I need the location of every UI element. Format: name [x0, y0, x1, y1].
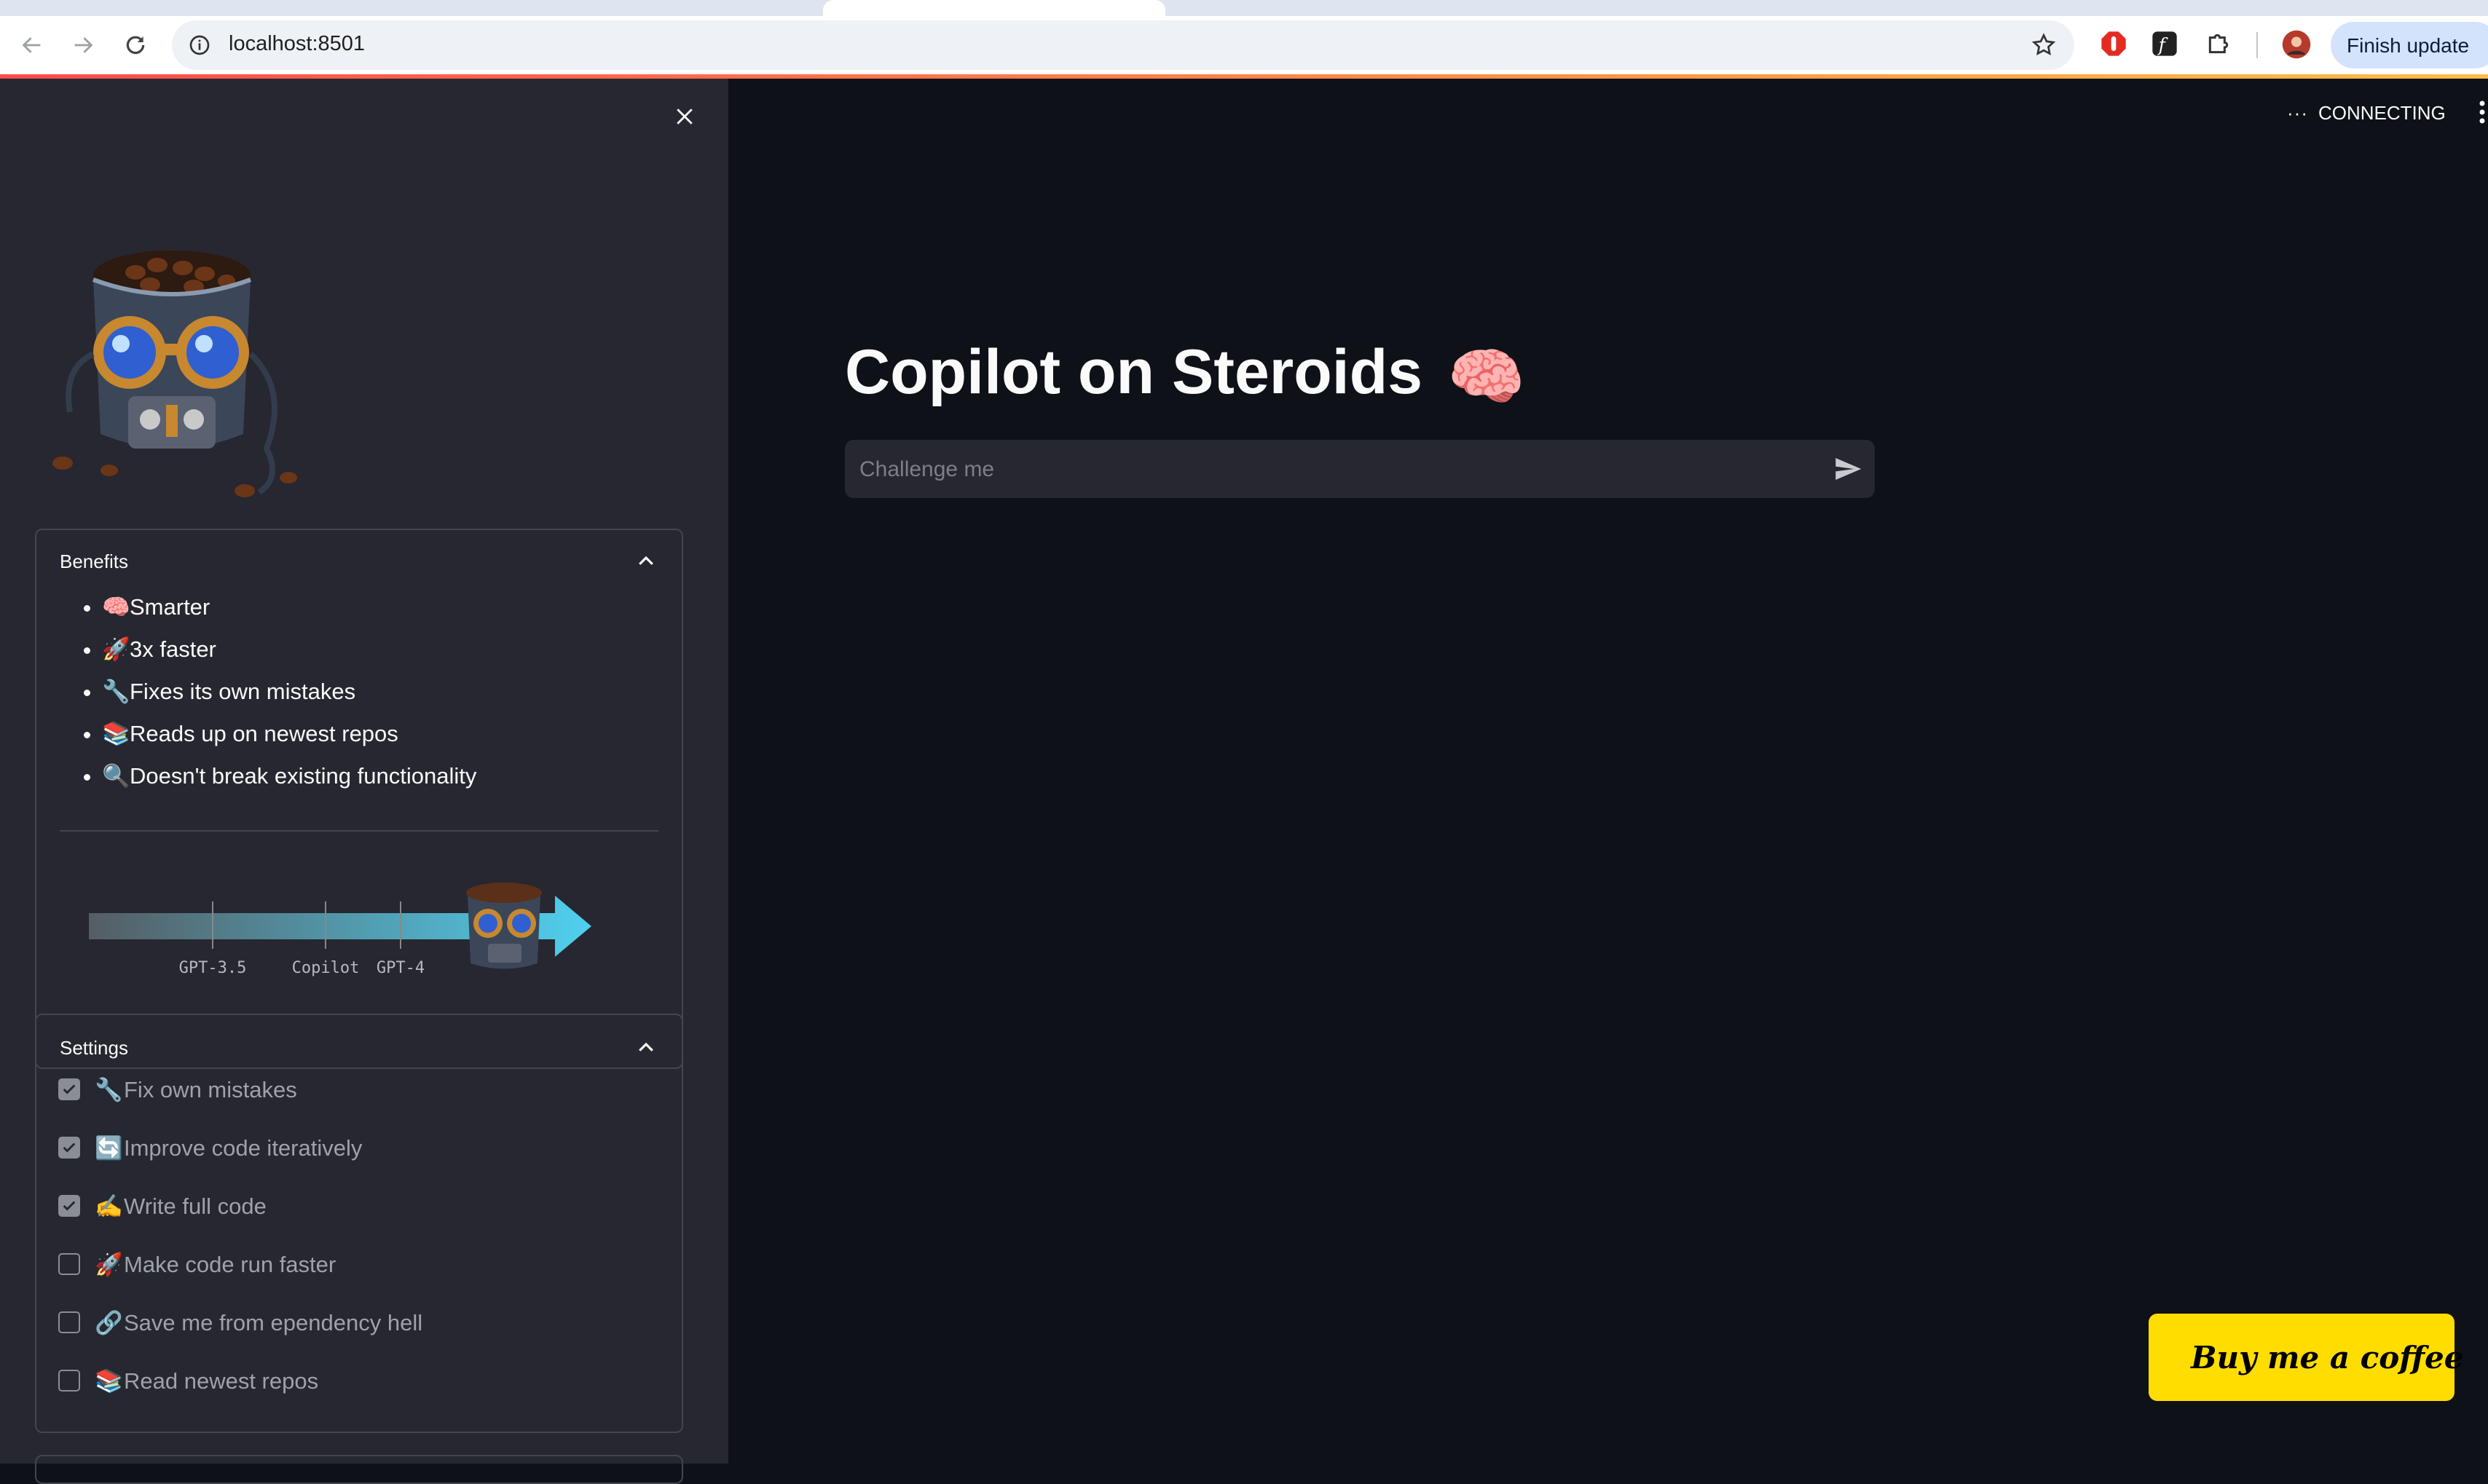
books-icon: 📚	[102, 721, 130, 746]
setting-make-code-run-faster[interactable]: 🚀Make code run faster	[58, 1248, 336, 1280]
checkbox[interactable]	[58, 1195, 80, 1217]
reload-icon	[126, 36, 145, 55]
site-info-icon[interactable]	[188, 33, 211, 57]
main-menu-kebab-icon[interactable]	[2476, 99, 2488, 125]
bookmark-star-icon[interactable]	[2031, 32, 2057, 58]
wrench-icon: 🔧	[102, 679, 130, 704]
setting-text: Fix own mistakes	[124, 1076, 297, 1102]
browser-toolbar: localhost:8501 f Finish update	[0, 16, 2488, 74]
repeat-icon: 🔄	[95, 1134, 123, 1161]
finish-update-button[interactable]: Finish update	[2331, 22, 2488, 68]
list-item: 🧠Smarter	[102, 593, 476, 635]
model-comparison-arrow: GPT-3.5 Copilot GPT-4	[89, 883, 591, 977]
list-item: 🔧Fixes its own mistakes	[102, 677, 476, 719]
setting-improve-code-iteratively[interactable]: 🔄Improve code iteratively	[58, 1132, 362, 1164]
chat-input[interactable]	[858, 440, 1808, 500]
checkbox[interactable]	[58, 1370, 80, 1392]
adblock-extension-icon[interactable]	[2099, 29, 2128, 58]
close-icon	[677, 108, 693, 125]
profile-avatar[interactable]	[2281, 29, 2312, 60]
setting-label: 🔄Improve code iteratively	[95, 1134, 362, 1161]
books-icon: 📚	[95, 1367, 123, 1394]
arrow-right-icon	[74, 37, 93, 53]
finish-update-label: Finish update	[2347, 34, 2470, 57]
setting-text: Write full code	[124, 1193, 267, 1219]
setting-text: Save me from ependency hell	[124, 1309, 423, 1335]
settings-expander: Settings 🔧Fix own mistakes 🔄Improve code…	[35, 1014, 683, 1433]
setting-text: Read newest repos	[124, 1367, 319, 1394]
benefit-text: Doesn't break existing functionality	[130, 763, 477, 789]
status-dots-icon: ···	[2287, 102, 2308, 124]
page-title: Copilot on Steroids 🧠	[845, 336, 1525, 414]
scale-label-copilot: Copilot	[292, 959, 360, 977]
brain-icon: 🧠	[102, 594, 130, 620]
rocket-icon: 🚀	[95, 1251, 123, 1277]
mascot-robot-logo	[52, 250, 297, 497]
benefit-text: 3x faster	[130, 636, 216, 662]
chevron-up-icon[interactable]	[635, 550, 657, 572]
benefits-expander-title[interactable]: Benefits	[60, 550, 128, 573]
list-item: 📚Reads up on newest repos	[102, 719, 476, 762]
settings-expander-title[interactable]: Settings	[60, 1037, 128, 1059]
benefit-text: Reads up on newest repos	[130, 721, 398, 746]
list-item: 🔍Doesn't break existing functionality	[102, 762, 476, 804]
checkbox[interactable]	[58, 1078, 80, 1100]
benefit-text: Fixes its own mistakes	[130, 679, 356, 704]
buy-me-a-coffee-button[interactable]: Buy me a coffee	[2149, 1314, 2463, 1401]
next-expander-edge	[35, 1455, 683, 1484]
writing-hand-icon: ✍️	[95, 1193, 123, 1219]
status-text: CONNECTING	[2318, 102, 2446, 124]
checkbox[interactable]	[58, 1311, 80, 1333]
chat-input-box[interactable]	[845, 440, 1875, 500]
setting-label: 📚Read newest repos	[95, 1367, 318, 1394]
brain-icon: 🧠	[1446, 342, 1526, 412]
setting-text: Improve code iteratively	[124, 1134, 363, 1161]
back-button[interactable]	[13, 26, 51, 64]
close-sidebar-button[interactable]	[669, 100, 701, 133]
connection-status: ··· CONNECTING	[2287, 102, 2446, 125]
browser-tab[interactable]	[823, 0, 1165, 16]
scale-label-gpt35: GPT-3.5	[179, 959, 247, 977]
benefit-text: Smarter	[130, 594, 210, 620]
setting-text: Make code run faster	[124, 1251, 336, 1277]
url-text: localhost:8501	[229, 32, 366, 55]
setting-label: ✍️Write full code	[95, 1193, 267, 1220]
list-item: 🚀3x faster	[102, 635, 476, 677]
setting-label: 🚀Make code run faster	[95, 1251, 336, 1278]
arrow-left-icon	[22, 37, 41, 53]
page-title-text: Copilot on Steroids	[845, 337, 1423, 407]
sidebar: Benefits 🧠Smarter 🚀3x faster 🔧Fixes its …	[0, 79, 728, 1484]
extensions-puzzle-icon[interactable]	[2204, 29, 2233, 58]
send-icon[interactable]	[1832, 454, 1863, 484]
rocket-icon: 🚀	[102, 636, 130, 662]
reload-button[interactable]	[117, 26, 154, 64]
tab-strip	[0, 0, 2488, 16]
mini-mascot-icon	[466, 883, 542, 969]
toolbar-divider	[2256, 32, 2258, 58]
divider	[60, 830, 658, 832]
forward-button[interactable]	[64, 26, 102, 64]
address-bar[interactable]: localhost:8501	[172, 20, 2074, 70]
checkmark-icon	[63, 1201, 76, 1211]
wrench-icon: 🔧	[95, 1076, 123, 1102]
checkmark-icon	[63, 1142, 76, 1153]
setting-read-newest-repos[interactable]: 📚Read newest repos	[58, 1365, 318, 1397]
link-icon: 🔗	[95, 1309, 123, 1335]
buy-me-a-coffee-label: Buy me a coffee	[2191, 1339, 2464, 1376]
setting-fix-own-mistakes[interactable]: 🔧Fix own mistakes	[58, 1073, 297, 1105]
scale-label-gpt4: GPT-4	[377, 959, 425, 977]
magnifier-icon: 🔍	[102, 763, 130, 789]
chevron-up-icon[interactable]	[635, 1037, 657, 1059]
setting-write-full-code[interactable]: ✍️Write full code	[58, 1190, 267, 1222]
setting-label: 🔗Save me from ependency hell	[95, 1309, 422, 1336]
checkbox[interactable]	[58, 1137, 80, 1159]
checkmark-icon	[63, 1084, 76, 1094]
benefits-expander: Benefits 🧠Smarter 🚀3x faster 🔧Fixes its …	[35, 529, 683, 1069]
setting-label: 🔧Fix own mistakes	[95, 1076, 297, 1103]
benefits-list: 🧠Smarter 🚀3x faster 🔧Fixes its own mista…	[74, 593, 476, 804]
script-extension-icon[interactable]: f	[2150, 29, 2179, 58]
setting-dependency-hell[interactable]: 🔗Save me from ependency hell	[58, 1306, 422, 1338]
checkbox[interactable]	[58, 1253, 80, 1275]
